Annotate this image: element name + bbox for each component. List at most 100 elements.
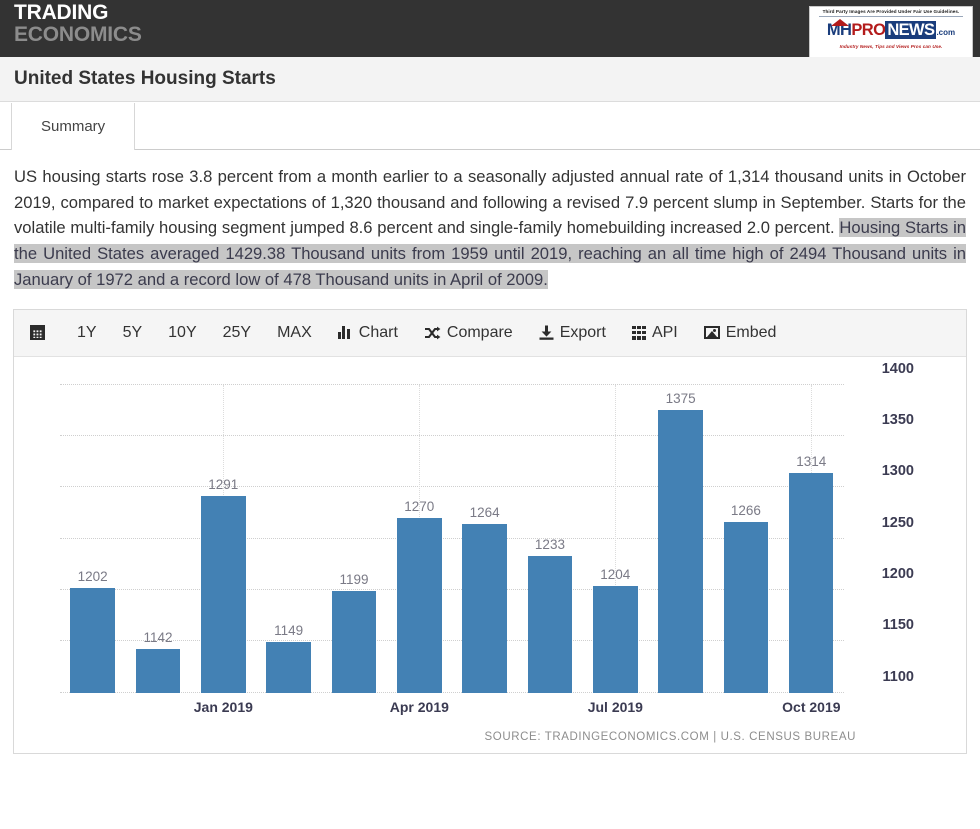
bar-value-label: 1264 xyxy=(469,505,500,521)
bar-value-label: 1270 xyxy=(404,498,435,514)
bar-value-label: 1149 xyxy=(274,623,304,639)
y-axis-labels: 1100 1150 1200 1250 1300 1350 1400 xyxy=(854,361,914,693)
toolbar-range-25y-label: 25Y xyxy=(222,323,252,341)
bar-value-label: 1204 xyxy=(600,566,631,582)
toolbar-range-1y[interactable]: 1Y xyxy=(77,324,97,342)
bar-value-label: 1233 xyxy=(534,536,565,552)
logo-wordmark: MHPRO NEWS .com xyxy=(813,18,969,43)
summary-text-plain: US housing starts rose 3.8 percent from … xyxy=(14,167,966,238)
page-title: United States Housing Starts xyxy=(14,68,276,89)
tab-summary[interactable]: Summary xyxy=(11,103,136,150)
bar-value-label: 1266 xyxy=(730,503,761,519)
y-axis-tick-label: 1300 xyxy=(881,463,914,480)
y-axis-tick-label: 1100 xyxy=(882,668,914,685)
toolbar-range-max-label: MAX xyxy=(277,323,312,341)
x-axis-tick-label: Jul 2019 xyxy=(587,698,643,715)
mhpronews-logo[interactable]: Third Party Images Are Provided Under Fa… xyxy=(809,6,973,57)
logo-word-com: .com xyxy=(936,28,956,37)
compare-icon xyxy=(424,326,441,340)
bar-slot[interactable]: 1270 xyxy=(387,385,452,693)
tradingeconomics-logo[interactable]: TRADING ECONOMICS xyxy=(14,2,142,45)
toolbar-api-label: API xyxy=(651,323,678,341)
toolbar-range-10y-label: 10Y xyxy=(168,323,197,341)
house-roof-icon xyxy=(831,19,849,26)
toolbar-range-1y-label: 1Y xyxy=(77,323,97,341)
bar[interactable] xyxy=(658,410,703,693)
chart-plot-area: 1202 1142 1291 1149 1199 1270 1264 1233 1204 1375… xyxy=(14,361,966,731)
bar-slot[interactable]: 1233 xyxy=(517,385,582,693)
brand-line-economics: ECONOMICS xyxy=(14,23,142,46)
bar[interactable] xyxy=(789,472,834,693)
bar[interactable] xyxy=(266,642,311,693)
toolbar-compare-button[interactable]: Compare xyxy=(424,324,513,342)
x-axis-labels: Jan 2019 Apr 2019 Jul 2019 Oct 2019 xyxy=(60,699,844,719)
bar-slot[interactable]: 1149 xyxy=(256,385,321,693)
bar[interactable] xyxy=(70,587,115,693)
logo-word-news: NEWS xyxy=(885,21,937,39)
toolbar-api-button[interactable]: API xyxy=(631,323,678,342)
chart-source-note: SOURCE: TRADINGECONOMICS.COM | U.S. CENS… xyxy=(484,730,856,743)
bar[interactable] xyxy=(135,649,181,693)
toolbar-calendar-button[interactable] xyxy=(30,325,51,341)
summary-paragraph: US housing starts rose 3.8 percent from … xyxy=(0,150,980,293)
toolbar-range-max[interactable]: MAX xyxy=(277,324,312,342)
bar[interactable] xyxy=(723,522,769,693)
chart-toolbar: 1Y 5Y 10Y 25Y MAX Chart Compare Export A… xyxy=(14,309,966,357)
brand-line-trading: TRADING xyxy=(14,1,109,24)
bar-slot[interactable]: 1199 xyxy=(321,385,386,693)
calendar-icon xyxy=(30,325,45,341)
bar-slot[interactable]: 1266 xyxy=(713,385,778,693)
bar-value-label: 1314 xyxy=(796,453,827,469)
bar-value-label: 1202 xyxy=(77,568,108,584)
title-band: United States Housing Starts xyxy=(0,57,980,102)
bar-slot[interactable]: 1202 xyxy=(60,385,125,693)
bar-value-label: 1142 xyxy=(143,630,173,646)
x-axis-tick-label: Jan 2019 xyxy=(193,698,253,715)
image-icon xyxy=(703,326,720,340)
toolbar-export-button[interactable]: Export xyxy=(539,324,606,342)
toolbar-chart-button[interactable]: Chart xyxy=(337,323,398,342)
toolbar-chart-label: Chart xyxy=(358,323,398,341)
tab-bar: Summary xyxy=(0,102,980,150)
bar[interactable] xyxy=(593,585,638,693)
logo-divider xyxy=(819,16,963,17)
x-axis-tick-label: Apr 2019 xyxy=(389,698,449,715)
toolbar-range-5y-label: 5Y xyxy=(122,323,143,341)
bar[interactable] xyxy=(331,590,377,693)
bar[interactable] xyxy=(527,555,573,693)
bar-value-label: 1199 xyxy=(339,571,369,587)
chart-card: 1Y 5Y 10Y 25Y MAX Chart Compare Export A… xyxy=(13,308,967,754)
plot-canvas[interactable]: 1202 1142 1291 1149 1199 1270 1264 1233 1204 1375… xyxy=(60,383,844,693)
bar[interactable] xyxy=(201,496,246,693)
bar-series: 1202 1142 1291 1149 1199 1270 1264 1233 1204 1375… xyxy=(60,385,844,693)
toolbar-range-25y[interactable]: 25Y xyxy=(223,324,251,342)
toolbar-compare-label: Compare xyxy=(446,323,513,341)
logo-word-pro: PRO xyxy=(851,21,886,39)
bar-value-label: 1291 xyxy=(208,477,239,493)
y-axis-tick-label: 1400 xyxy=(881,360,914,377)
y-axis-tick-label: 1200 xyxy=(881,565,914,582)
x-axis-tick-label: Oct 2019 xyxy=(782,698,841,715)
bar[interactable] xyxy=(462,524,507,693)
toolbar-export-label: Export xyxy=(559,323,606,341)
bar-slot[interactable]: 1314 xyxy=(779,385,844,693)
logo-tagline: Industry News, Tips and Views Pros can U… xyxy=(839,44,943,49)
grid-icon xyxy=(631,325,646,340)
bar-chart-icon xyxy=(337,326,353,340)
bar-slot[interactable]: 1142 xyxy=(125,385,190,693)
toolbar-embed-button[interactable]: Embed xyxy=(703,323,777,342)
toolbar-range-5y[interactable]: 5Y xyxy=(123,324,143,342)
y-axis-tick-label: 1250 xyxy=(881,514,914,531)
site-header: TRADING ECONOMICS Third Party Images Are… xyxy=(0,0,980,57)
toolbar-embed-label: Embed xyxy=(725,323,777,341)
toolbar-range-10y[interactable]: 10Y xyxy=(168,324,196,342)
bar-slot[interactable]: 1375 xyxy=(648,385,713,693)
y-axis-tick-label: 1350 xyxy=(881,411,914,428)
bar-slot[interactable]: 1264 xyxy=(452,385,517,693)
bar-value-label: 1375 xyxy=(665,391,696,407)
bar-slot[interactable]: 1204 xyxy=(583,385,648,693)
download-icon xyxy=(539,325,554,340)
bar[interactable] xyxy=(397,517,442,693)
y-axis-tick-label: 1150 xyxy=(882,617,914,634)
bar-slot[interactable]: 1291 xyxy=(191,385,256,693)
